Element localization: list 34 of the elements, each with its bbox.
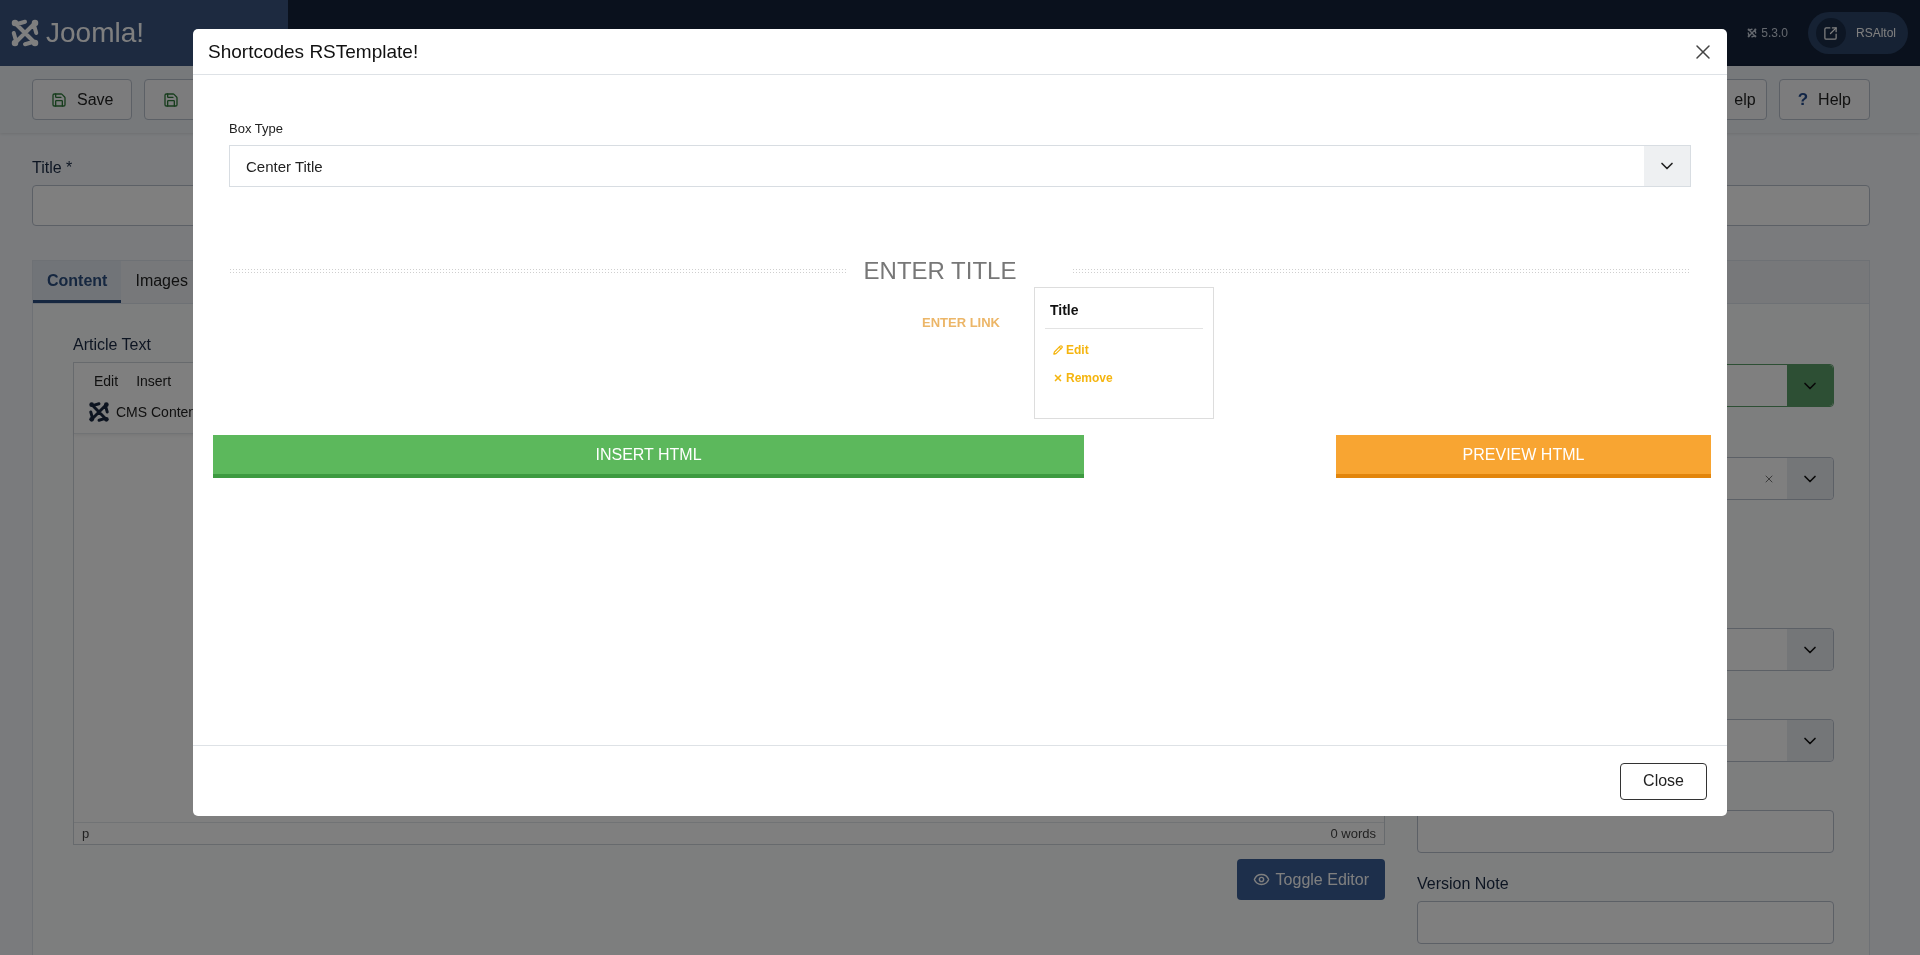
box-type-label: Box Type: [229, 121, 284, 136]
user-menu-button[interactable]: RSAltol: [1808, 12, 1908, 54]
text-field[interactable]: [1417, 901, 1834, 944]
pencil-icon: [1053, 345, 1063, 355]
popover-heading: Title: [1045, 302, 1203, 329]
joomla-icon: [88, 401, 110, 423]
joomla-icon: [1747, 28, 1758, 38]
element-path: p: [82, 826, 90, 841]
save-icon: [51, 91, 67, 108]
tab[interactable]: Images: [121, 261, 202, 303]
version-text: 5.3.0: [1761, 26, 1788, 40]
joomla-logo-icon: [10, 18, 40, 48]
eye-icon: [1252, 871, 1270, 888]
toggle-editor-button[interactable]: Toggle Editor: [1236, 859, 1385, 900]
remove-icon: [1053, 373, 1063, 383]
help-button[interactable]: ? Help: [1778, 79, 1870, 120]
editor-label: Article Text: [73, 336, 151, 354]
dialog-title: Shortcodes RSTemplate!: [208, 40, 419, 63]
close-button[interactable]: Close: [1620, 762, 1707, 800]
editor-menu-item[interactable]: Insert: [136, 373, 172, 389]
text-field[interactable]: [1417, 810, 1834, 853]
preview-title: ENTER TITLE: [863, 257, 1017, 285]
word-count: 0 words: [1330, 826, 1376, 841]
joomla-logo-text: Joomla!: [46, 17, 145, 49]
box-type-select[interactable]: Center Title: [229, 145, 1691, 187]
title-label: Title *: [32, 159, 73, 177]
field-label: Version Note: [1417, 875, 1509, 893]
tab[interactable]: Content: [33, 261, 122, 303]
help-icon: ?: [1797, 89, 1809, 110]
save-icon: [163, 91, 180, 108]
editor-menu-item[interactable]: Edit: [94, 373, 119, 389]
external-link-icon: [1823, 25, 1839, 41]
insert-html-button[interactable]: INSERT HTML: [213, 435, 1084, 478]
save-button[interactable]: Save: [32, 79, 133, 120]
